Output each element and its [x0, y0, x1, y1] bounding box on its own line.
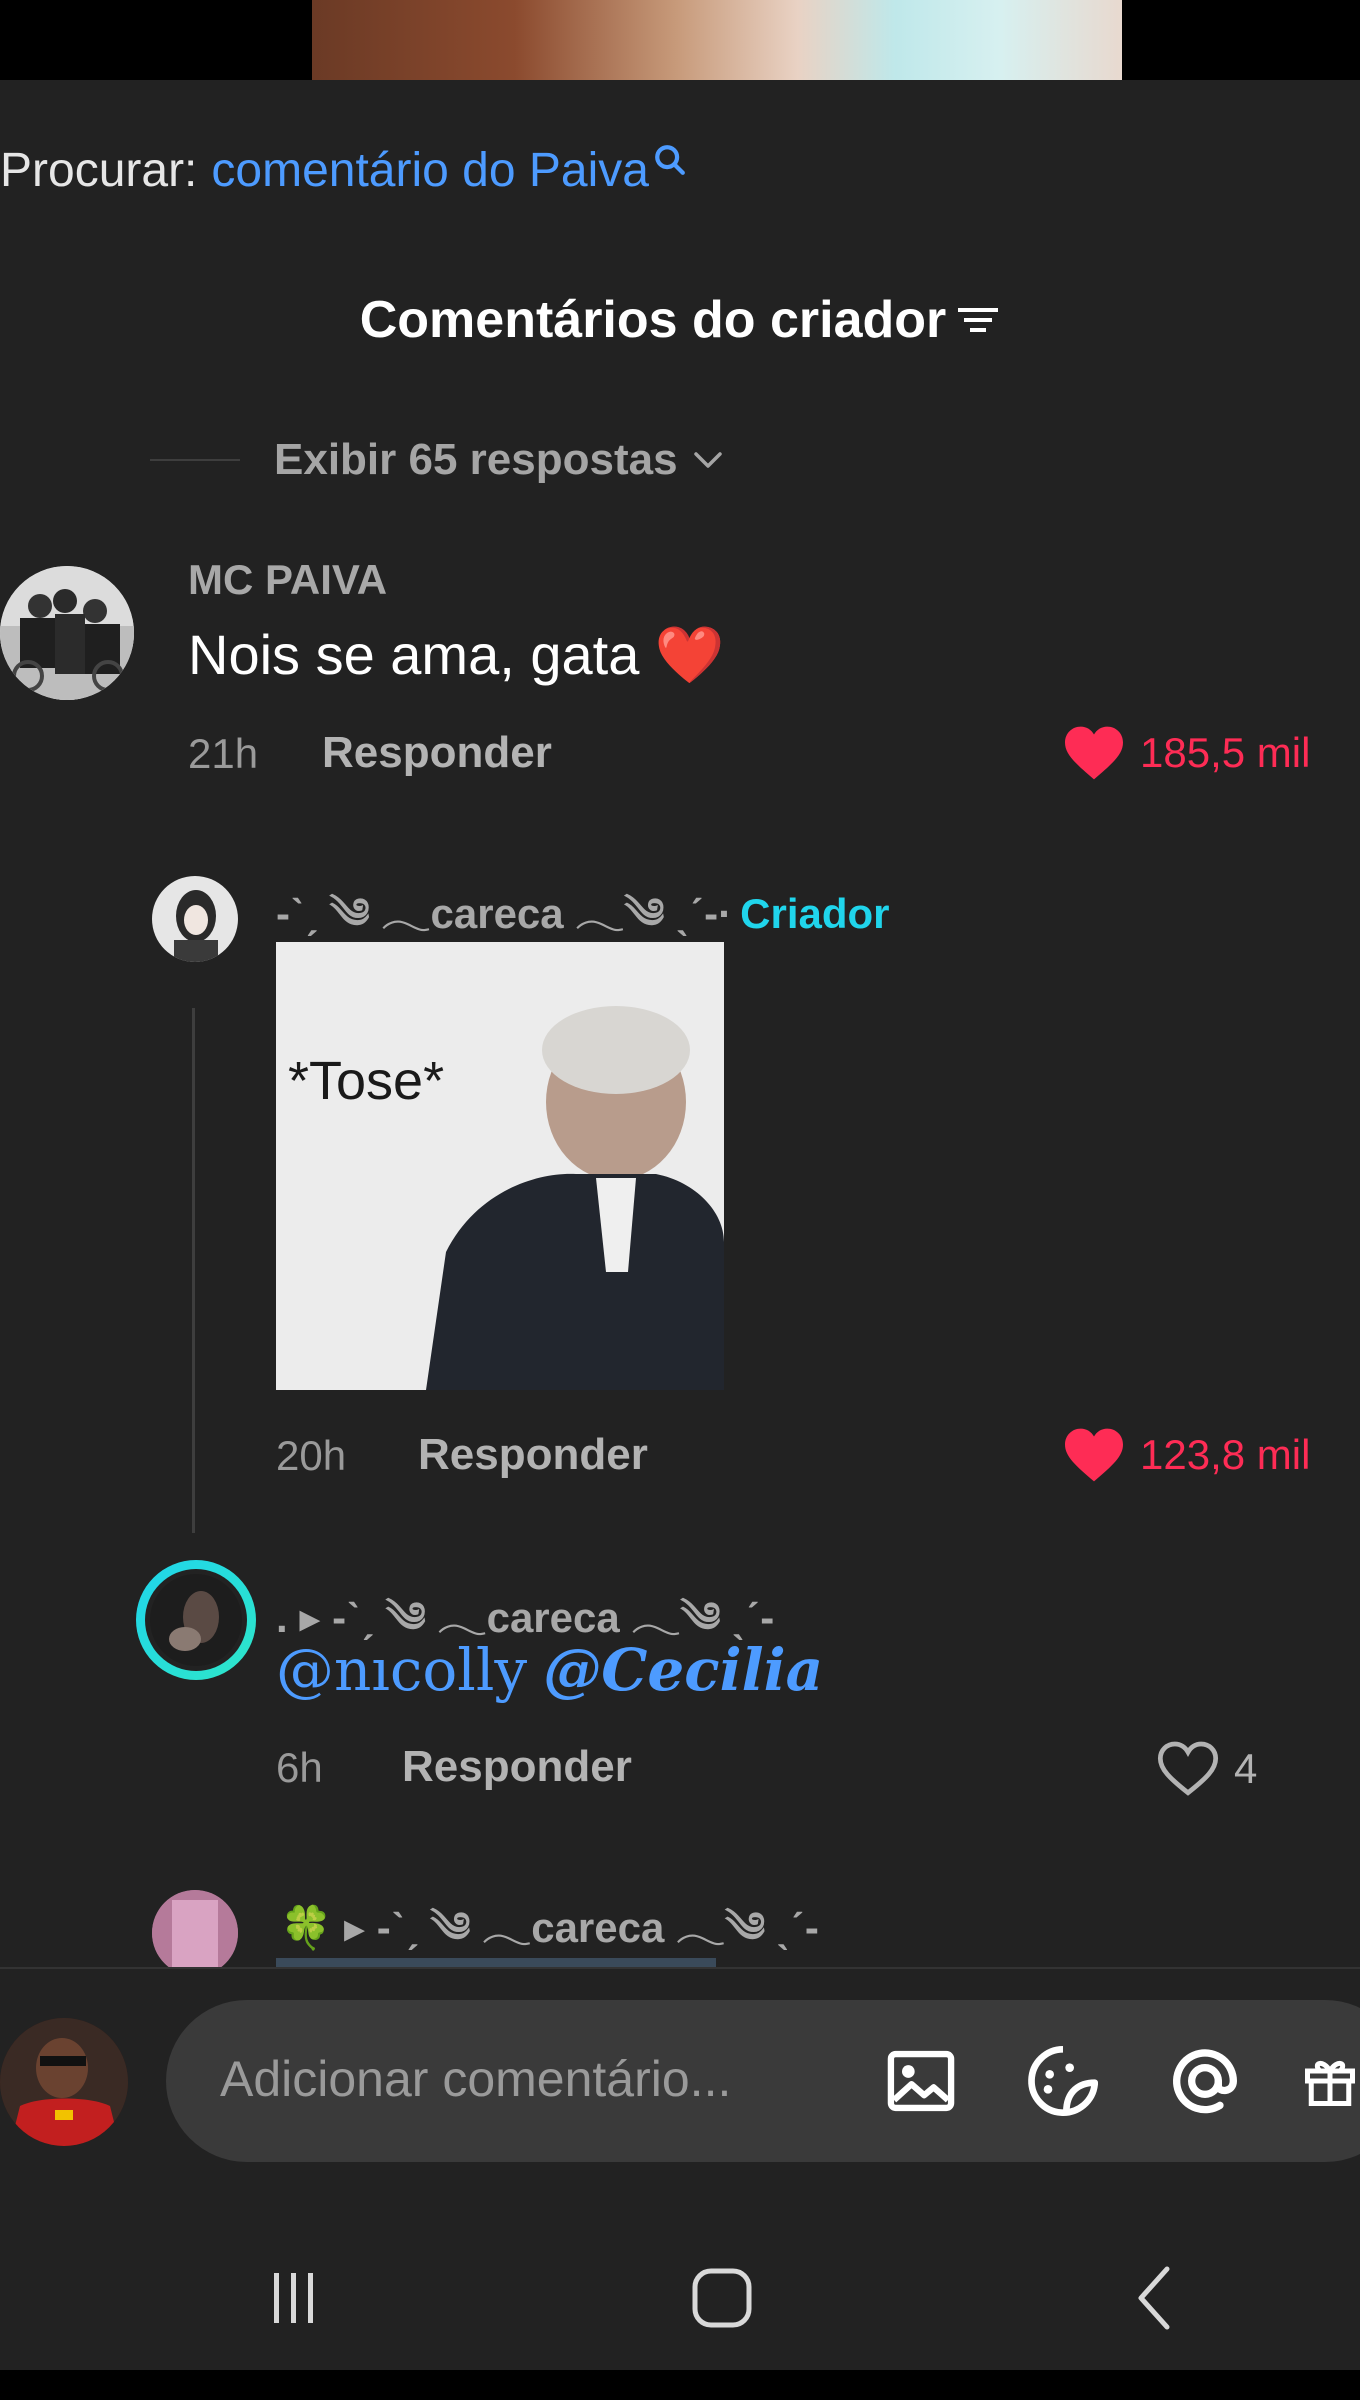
- mention-icon[interactable]: [1162, 2038, 1248, 2124]
- heart-icon: [1065, 726, 1123, 780]
- thread-line: [192, 1008, 195, 1533]
- comment-time: 6h: [276, 1744, 323, 1791]
- creator-badge: Criador: [740, 890, 890, 937]
- filter-icon: [958, 308, 999, 332]
- image-icon[interactable]: [878, 2038, 964, 2124]
- chevron-down-icon: [693, 452, 722, 468]
- search-suggestion[interactable]: Procurar: comentário do Paiva: [0, 140, 687, 200]
- like-count: 123,8 mil: [1140, 1431, 1311, 1478]
- view-replies-button[interactable]: Exibir 65 respostas: [150, 430, 724, 490]
- view-replies-label: Exibir 65 respostas: [274, 435, 678, 484]
- sticker-caption: *Tose*: [288, 1051, 445, 1111]
- avatar-image: [0, 2018, 128, 2146]
- avatar-image: [152, 1890, 238, 1967]
- gift-icon[interactable]: [1300, 2038, 1360, 2124]
- partial-media: [276, 1958, 716, 1967]
- reply-button[interactable]: Responder: [402, 1742, 632, 1792]
- video-preview[interactable]: [312, 0, 1122, 80]
- comment-text: Nois se ama, gata ❤️: [188, 623, 725, 686]
- comment-input-placeholder: Adicionar comentário...: [220, 2051, 732, 2107]
- comment-username[interactable]: 🍀 ▸ -ˋˏ ༄ 𓂃careca 𓂃༄ ˎˊ-: [280, 1880, 819, 1967]
- section-title: Comentários do criador: [359, 291, 947, 349]
- comment-username[interactable]: MC PAIVA: [188, 556, 387, 604]
- comment-time: 20h: [276, 1432, 347, 1479]
- mention-link[interactable]: @nıcolly: [276, 1636, 527, 1704]
- reply-button[interactable]: Responder: [322, 728, 552, 778]
- sticker-icon[interactable]: [1020, 2038, 1106, 2124]
- search-icon: [655, 145, 685, 175]
- screen-bottom-edge: [0, 2370, 1360, 2400]
- avatar-image: [150, 1574, 242, 1666]
- mentions-line: @nıcolly @Cecilia: [276, 1636, 823, 1704]
- creator-comments-header[interactable]: Comentários do criador: [0, 288, 1360, 352]
- divider-line: [150, 459, 240, 461]
- mention-link[interactable]: @Cecilia: [543, 1636, 823, 1704]
- like-count: 4: [1234, 1745, 1258, 1792]
- avatar[interactable]: [0, 566, 134, 700]
- back-icon[interactable]: [1104, 2248, 1204, 2348]
- search-label: Procurar:: [0, 143, 198, 197]
- avatar[interactable]: [152, 1890, 238, 1967]
- partial-comment: 🍀 ▸ -ˋˏ ༄ 𓂃careca 𓂃༄ ˎˊ-: [0, 1880, 1360, 1967]
- username-text: -ˋˏ ༄ 𓂃careca 𓂃༄ ˎˊ-·: [276, 890, 733, 937]
- like-count: 185,5 mil: [1140, 729, 1311, 776]
- comment-time: 21h: [188, 730, 259, 777]
- reply-button[interactable]: Responder: [418, 1430, 648, 1480]
- sticker-image[interactable]: *Tose*: [276, 942, 724, 1390]
- avatar: [145, 1569, 247, 1671]
- avatar-story-ring[interactable]: [136, 1560, 256, 1680]
- like-button[interactable]: 4: [1156, 1740, 1257, 1798]
- avatar-image: [0, 566, 134, 700]
- avatar-image: [152, 876, 238, 962]
- like-button[interactable]: 185,5 mil: [1062, 724, 1310, 782]
- search-query-link[interactable]: comentário do Paiva: [211, 143, 649, 198]
- recents-icon[interactable]: [244, 2248, 344, 2348]
- user-avatar[interactable]: [0, 2018, 128, 2146]
- like-button[interactable]: 123,8 mil: [1062, 1426, 1310, 1484]
- heart-outline-icon: [1157, 1741, 1219, 1796]
- home-icon[interactable]: [672, 2248, 772, 2348]
- sticker-illustration: [276, 942, 724, 1390]
- heart-icon: [1065, 1428, 1123, 1482]
- avatar[interactable]: [152, 876, 238, 962]
